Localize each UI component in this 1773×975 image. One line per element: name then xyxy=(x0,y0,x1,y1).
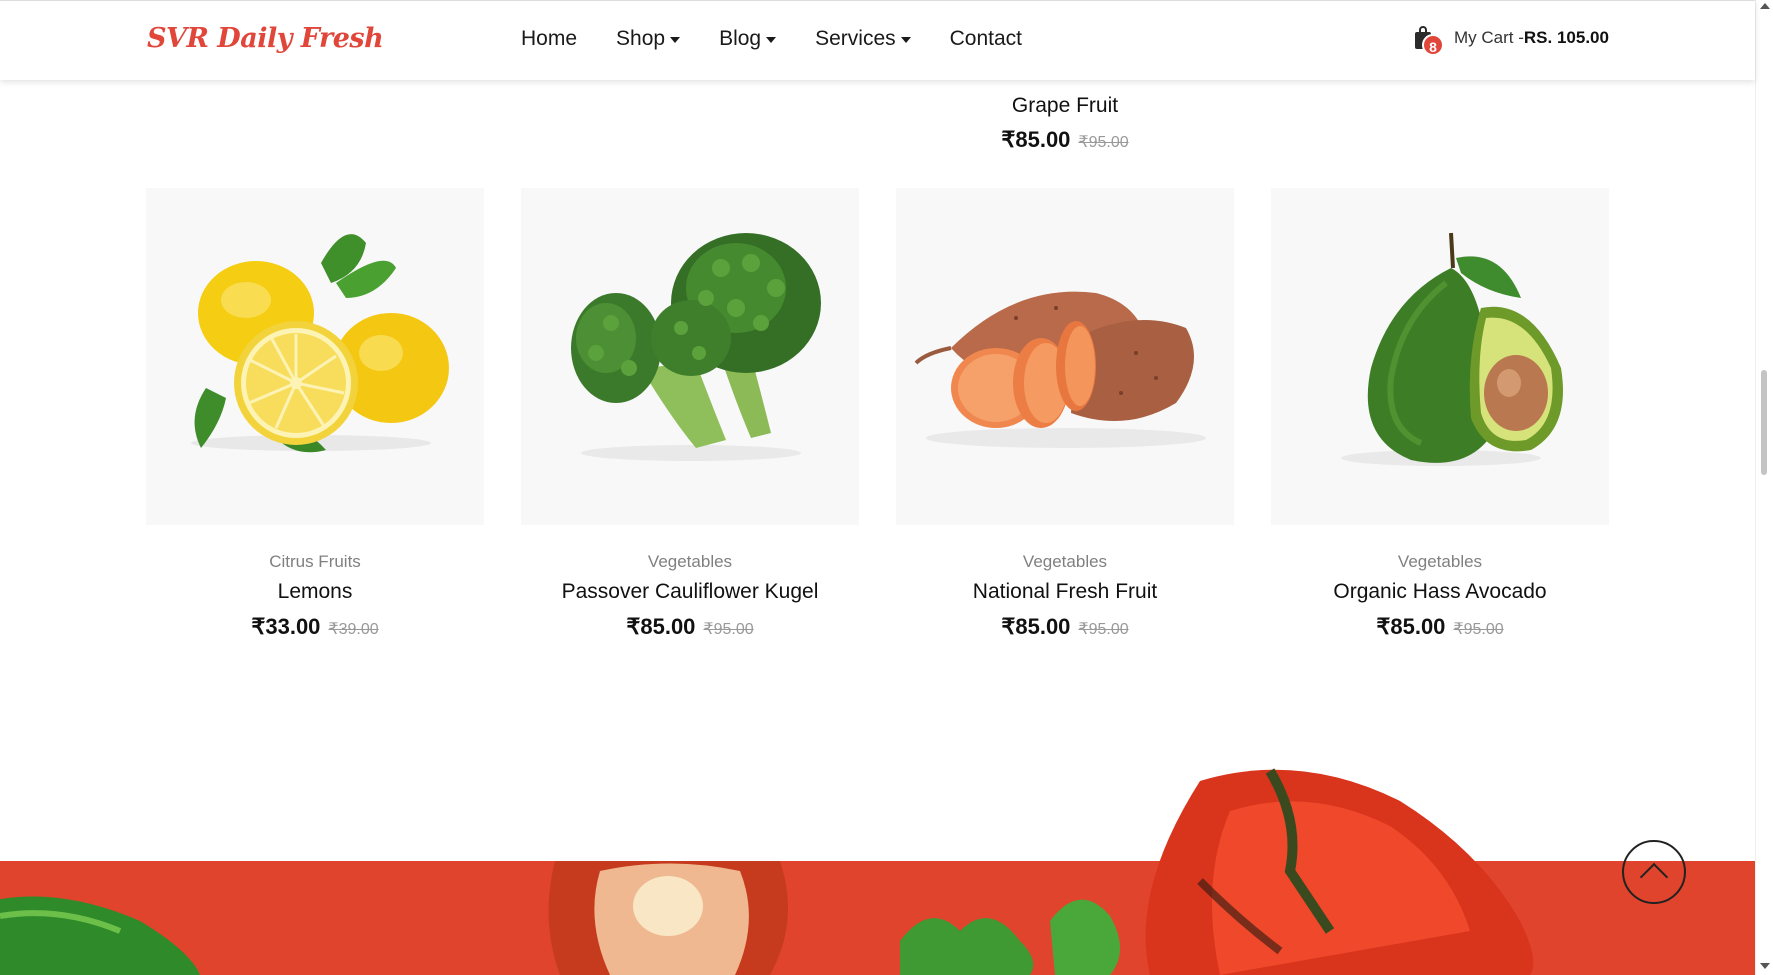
product-price: ₹85.00 xyxy=(1001,614,1071,639)
product-old-price: ₹95.00 xyxy=(703,621,754,638)
product-image-broccoli[interactable] xyxy=(521,188,859,525)
scroll-up-arrow-icon[interactable] xyxy=(1760,3,1770,9)
scroll-to-top-button[interactable] xyxy=(1622,840,1686,904)
promo-banner xyxy=(0,768,1755,975)
nav-blog[interactable]: Blog xyxy=(719,27,777,51)
product-price-row: ₹85.00 ₹95.00 xyxy=(896,614,1234,640)
nav-services-label: Services xyxy=(815,27,896,50)
product-category: Vegetables xyxy=(647,552,733,571)
product-name[interactable]: Organic Hass Avocado xyxy=(1271,580,1609,604)
product-category: Vegetables xyxy=(1022,552,1108,571)
product-old-price: ₹95.00 xyxy=(1078,134,1129,151)
product-image-lemons[interactable] xyxy=(146,188,484,525)
product-card[interactable]: Vegetables Organic Hass Avocado ₹85.00 ₹… xyxy=(1271,188,1609,640)
product-old-price: ₹95.00 xyxy=(1078,621,1129,638)
banner-vegetables-image xyxy=(0,768,1534,975)
product-name[interactable]: Passover Cauliflower Kugel xyxy=(521,580,859,604)
cart-button[interactable]: 8 My Cart - RS. 105.00 xyxy=(1413,25,1609,56)
product-price-row: ₹85.00 ₹95.00 xyxy=(896,127,1234,153)
nav-shop[interactable]: Shop xyxy=(616,27,681,51)
site-logo[interactable]: SVR Daily Fresh xyxy=(147,23,384,54)
caret-down-icon xyxy=(670,37,681,43)
nav-blog-label: Blog xyxy=(719,27,762,50)
product-name[interactable]: Grape Fruit xyxy=(896,94,1234,118)
scrollbar-thumb[interactable] xyxy=(1761,370,1767,475)
product-grid: Citrus Fruits Lemons ₹33.00 ₹39.00 Veget… xyxy=(146,188,1609,640)
product-price-row: ₹33.00 ₹39.00 xyxy=(146,614,484,640)
product-old-price: ₹95.00 xyxy=(1453,621,1504,638)
cart-label: My Cart - xyxy=(1454,28,1524,47)
page-scrollbar[interactable] xyxy=(1755,0,1773,975)
shopping-bag-icon: 8 xyxy=(1413,25,1444,56)
product-category: Citrus Fruits xyxy=(269,552,361,571)
nav-contact[interactable]: Contact xyxy=(950,27,1022,51)
product-old-price: ₹39.00 xyxy=(328,621,379,638)
product-price: ₹33.00 xyxy=(251,614,321,639)
product-price: ₹85.00 xyxy=(1001,127,1071,152)
product-card[interactable]: Vegetables Passover Cauliflower Kugel ₹8… xyxy=(521,188,859,640)
caret-down-icon xyxy=(766,37,777,43)
product-price-row: ₹85.00 ₹95.00 xyxy=(521,614,859,640)
nav-home[interactable]: Home xyxy=(521,27,577,51)
nav-services[interactable]: Services xyxy=(815,27,911,51)
product-image-sweet-potato[interactable] xyxy=(896,188,1234,525)
product-image-avocado[interactable] xyxy=(1271,188,1609,525)
product-card[interactable]: Vegetables National Fresh Fruit ₹85.00 ₹… xyxy=(896,188,1234,640)
caret-down-icon xyxy=(900,37,911,43)
product-price: ₹85.00 xyxy=(1376,614,1446,639)
site-header: SVR Daily Fresh Home Shop Blog Services … xyxy=(0,0,1755,80)
main-nav: Home Shop Blog Services Contact xyxy=(521,27,1061,51)
product-card[interactable]: Citrus Fruits Lemons ₹33.00 ₹39.00 xyxy=(146,188,484,640)
product-category: Vegetables xyxy=(1397,552,1483,571)
nav-home-label: Home xyxy=(521,27,578,50)
product-price: ₹85.00 xyxy=(626,614,696,639)
product-price-row: ₹85.00 ₹95.00 xyxy=(1271,614,1609,640)
cart-amount: RS. 105.00 xyxy=(1523,28,1609,47)
scroll-down-arrow-icon[interactable] xyxy=(1760,963,1770,969)
product-name[interactable]: National Fresh Fruit xyxy=(896,580,1234,604)
nav-contact-label: Contact xyxy=(949,27,1023,50)
cart-count-badge: 8 xyxy=(1422,34,1444,56)
chevron-up-icon xyxy=(1639,862,1669,892)
product-name[interactable]: Lemons xyxy=(146,580,484,604)
nav-shop-label: Shop xyxy=(616,27,666,50)
